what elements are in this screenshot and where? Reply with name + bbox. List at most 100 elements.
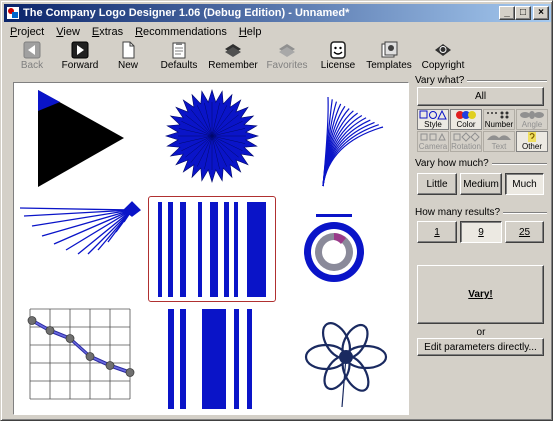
barcode-logo: [158, 202, 266, 297]
category-color-label: Color: [456, 120, 476, 129]
books-icon: [225, 44, 241, 57]
ring-logo: [304, 214, 364, 282]
back-button[interactable]: Back: [8, 41, 56, 73]
category-text-label: Text: [491, 142, 507, 151]
remember-button[interactable]: Remember: [206, 41, 260, 73]
edit-parameters-button[interactable]: Edit parameters directly...: [417, 338, 544, 356]
style-shapes-icon: [419, 110, 447, 120]
clipboard-icon: [172, 42, 186, 59]
camera-squares-icon: [420, 132, 446, 141]
category-number-label: Number: [484, 120, 514, 129]
category-style[interactable]: Style: [417, 109, 449, 130]
copyright-button[interactable]: Copyright: [416, 41, 470, 73]
new-document-icon: [122, 41, 135, 59]
logo-result-1[interactable]: [14, 83, 146, 194]
category-rotation-label: Rotation: [451, 142, 481, 151]
or-text: or: [476, 327, 486, 338]
close-icon: ×: [538, 7, 544, 18]
defaults-label: Defaults: [160, 60, 198, 71]
copyright-label: Copyright: [421, 60, 465, 71]
angle-ellipses-icon: [520, 111, 544, 119]
forward-label: Forward: [61, 60, 99, 71]
rotation-diamonds-icon: [453, 132, 480, 142]
vary-little-button[interactable]: Little: [417, 173, 457, 195]
vary-medium-button[interactable]: Medium: [460, 173, 502, 195]
flower-logo: [304, 322, 388, 408]
close-button[interactable]: ×: [533, 6, 549, 20]
toolbar: Back Forward New Defaults Remember Favor…: [4, 41, 551, 73]
menu-extras[interactable]: Extras: [86, 26, 129, 38]
menu-bar: Project View Extras Recommendations Help: [4, 23, 267, 40]
logo-result-6[interactable]: [278, 194, 408, 305]
logo-result-2[interactable]: [146, 83, 278, 194]
title-bar[interactable]: The Company Logo Designer 1.06 (Debug Ed…: [4, 4, 551, 22]
vary-all-button[interactable]: All: [417, 87, 544, 106]
category-number[interactable]: Number: [483, 109, 515, 130]
how-many-title: How many results?: [415, 207, 501, 218]
vary-all-label: All: [474, 91, 487, 102]
category-style-label: Style: [424, 120, 442, 129]
favorites-label: Favorites: [266, 60, 308, 71]
maximize-icon: □: [519, 7, 527, 18]
menu-help-label: elp: [246, 25, 262, 38]
category-rotation[interactable]: Rotation: [450, 131, 482, 152]
menu-view[interactable]: View: [50, 26, 86, 38]
vary-button-label: Vary!: [468, 289, 493, 300]
menu-help-mnemonic: H: [238, 25, 247, 38]
logo-result-4[interactable]: [14, 194, 146, 305]
edit-parameters-label: Edit parameters directly...: [424, 341, 537, 353]
vary-button[interactable]: Vary!: [417, 265, 544, 324]
logo-result-8[interactable]: [146, 305, 278, 414]
logo-result-5-selected[interactable]: [146, 194, 278, 305]
maximize-button[interactable]: □: [515, 6, 531, 20]
defaults-button[interactable]: Defaults: [152, 41, 206, 73]
menu-recommendations[interactable]: Recommendations: [129, 26, 233, 38]
results-25-button[interactable]: 25: [505, 221, 544, 243]
category-angle[interactable]: Angle: [516, 109, 548, 130]
category-text[interactable]: Text: [483, 131, 515, 152]
text-blocks-icon: [487, 135, 511, 140]
new-label: New: [117, 60, 138, 71]
menu-project[interactable]: Project: [4, 26, 50, 38]
category-camera-label: Camera: [418, 142, 448, 151]
menu-recommendations-label: ecommendations: [143, 25, 227, 38]
category-other[interactable]: Other: [516, 131, 548, 152]
new-button[interactable]: New: [104, 41, 152, 73]
logo-result-9[interactable]: [278, 305, 408, 414]
templates-icon: [381, 41, 398, 58]
forward-button[interactable]: Forward: [56, 41, 104, 73]
app-logo-icon: [7, 7, 19, 19]
back-label: Back: [20, 60, 44, 71]
back-arrow-icon: [23, 41, 41, 59]
minimize-icon: _: [504, 7, 510, 18]
favorites-button[interactable]: Favorites: [260, 41, 314, 73]
templates-label: Templates: [366, 60, 412, 71]
templates-button[interactable]: Templates: [362, 41, 416, 73]
license-label: License: [320, 60, 356, 71]
number-dots-icon: [487, 111, 509, 119]
vary-category-grid: Style Color Number Angle Camera Rotation: [417, 109, 548, 152]
category-color[interactable]: Color: [450, 109, 482, 130]
ray-fan-logo: [19, 201, 141, 255]
category-angle-label: Angle: [521, 120, 543, 129]
remember-label: Remember: [208, 60, 258, 71]
vary-much-button[interactable]: Much: [505, 173, 544, 195]
menu-help[interactable]: Help: [233, 26, 268, 38]
results-1-button[interactable]: 1: [417, 221, 457, 243]
favorites-books-icon: [279, 44, 295, 57]
results-1-label: 1: [434, 226, 440, 238]
results-9-label: 9: [478, 226, 484, 238]
feather-fan-logo: [322, 96, 384, 187]
category-camera[interactable]: Camera: [417, 131, 449, 152]
color-swatch-icon: [456, 111, 476, 119]
copyright-book-icon: [435, 44, 451, 56]
vary-how-much-title: Vary how much?: [415, 158, 489, 169]
question-mark-icon: [528, 132, 536, 142]
menu-extras-label: xtras: [99, 25, 124, 38]
forward-arrow-icon: [71, 41, 89, 59]
results-9-button[interactable]: 9: [460, 221, 502, 243]
logo-result-3[interactable]: [278, 83, 408, 194]
logo-result-7[interactable]: [14, 305, 146, 414]
license-button[interactable]: License: [314, 41, 362, 73]
minimize-button[interactable]: _: [499, 6, 515, 20]
